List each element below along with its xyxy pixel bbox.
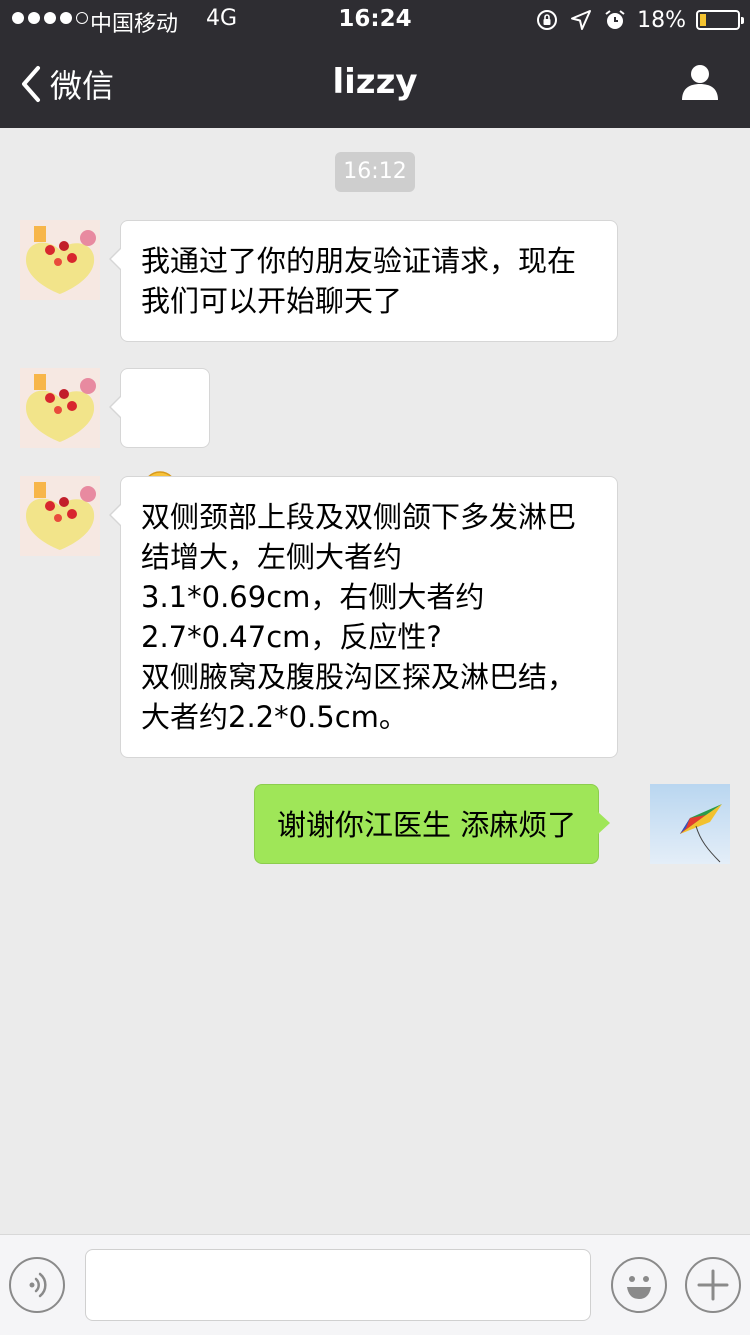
contact-avatar[interactable] bbox=[20, 368, 100, 448]
input-bar bbox=[0, 1234, 750, 1335]
incoming-message-bubble[interactable]: 双侧颈部上段及双侧颌下多发淋巴结增大，左侧大者约3.1*0.69cm，右侧大者约… bbox=[109, 476, 618, 758]
outgoing-message-bubble[interactable]: 谢谢你江医生 添麻烦了 bbox=[254, 784, 611, 864]
rotation-lock-icon bbox=[537, 10, 558, 30]
battery-percent: 18% bbox=[637, 7, 686, 33]
voice-icon bbox=[29, 1272, 47, 1298]
emoji-button[interactable] bbox=[611, 1257, 667, 1313]
battery-cap bbox=[741, 17, 744, 24]
incoming-message-bubble[interactable]: 我通过了你的朋友验证请求，现在我们可以开始聊天了 bbox=[109, 220, 618, 342]
battery-icon bbox=[696, 10, 744, 30]
person-icon[interactable] bbox=[680, 62, 720, 102]
top-bar: 中国移动 4G 16:24 18% 微信 lizzy bbox=[0, 0, 750, 128]
plus-icon bbox=[697, 1269, 729, 1301]
more-button[interactable] bbox=[685, 1257, 741, 1313]
navigation-bar: 微信 lizzy bbox=[0, 40, 750, 128]
status-icons: 18% bbox=[535, 6, 744, 34]
battery-fill bbox=[700, 14, 707, 26]
status-bar: 中国移动 4G 16:24 18% bbox=[0, 0, 750, 40]
location-arrow-icon bbox=[571, 10, 592, 30]
message-input[interactable] bbox=[85, 1249, 591, 1321]
my-avatar[interactable] bbox=[650, 784, 730, 864]
incoming-emoji-bubble[interactable] bbox=[109, 368, 210, 505]
contact-avatar[interactable] bbox=[20, 476, 100, 556]
contact-avatar[interactable] bbox=[20, 220, 100, 300]
smiley-icon bbox=[627, 1276, 651, 1299]
chat-timestamp: 16:12 bbox=[335, 152, 415, 192]
voice-button[interactable] bbox=[9, 1257, 65, 1313]
chat-title: lizzy bbox=[332, 62, 418, 102]
alarm-clock-icon bbox=[605, 10, 625, 29]
